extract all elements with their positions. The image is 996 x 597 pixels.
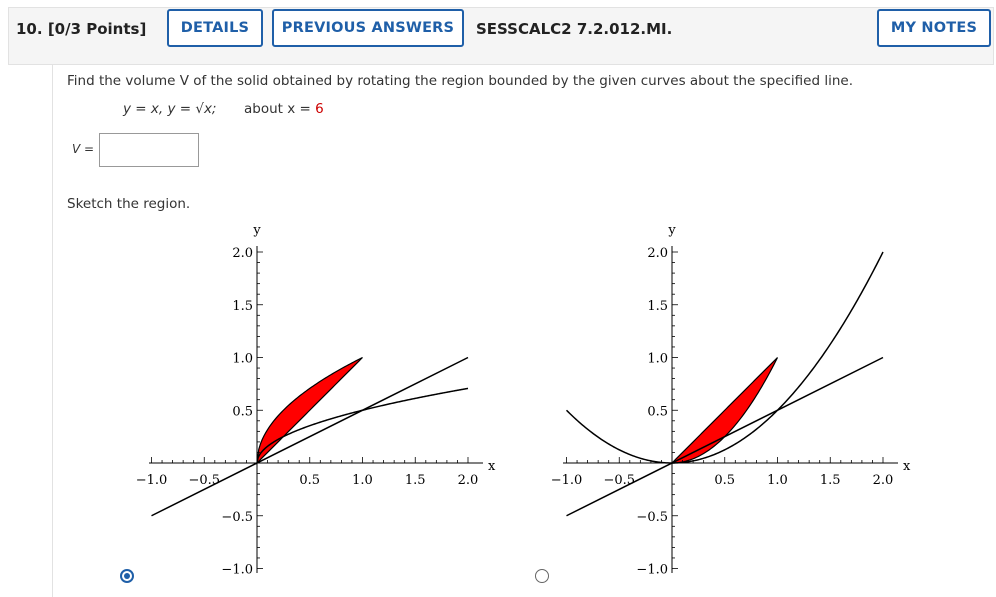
y-tick-label: 1.5 xyxy=(647,299,668,314)
x-tick-label: −0.5 xyxy=(188,473,220,488)
line-curve xyxy=(151,356,469,517)
x-tick-label: 2.0 xyxy=(458,473,479,488)
y-tick-label: −0.5 xyxy=(636,510,668,525)
y-tick-label: 1.0 xyxy=(232,352,253,367)
y-axis-label: y xyxy=(252,223,261,238)
x-tick-label: 1.0 xyxy=(767,473,788,488)
y-tick-label: 0.5 xyxy=(647,404,668,419)
line-curve xyxy=(566,356,884,517)
y-tick-label: −1.0 xyxy=(221,563,253,578)
y-tick-label: 1.0 xyxy=(647,352,668,367)
graph-option-2-radio[interactable] xyxy=(535,569,549,583)
y-tick-label: 2.0 xyxy=(232,246,253,261)
x-tick-label: −1.0 xyxy=(136,473,168,488)
x-axis-label: x xyxy=(903,459,911,474)
x-tick-label: −0.5 xyxy=(603,473,635,488)
y-tick-label: 2.0 xyxy=(647,246,668,261)
x-tick-label: 0.5 xyxy=(714,473,735,488)
x-tick-label: 1.0 xyxy=(352,473,373,488)
y-tick-label: −0.5 xyxy=(221,510,253,525)
graphs-canvas: −1.0 −0.5 0.5 1.0 1.5 2.0 2.0 1.5 1.0 0.5 −0.5 −1.0… xyxy=(136,223,911,578)
y-axis-label: y xyxy=(667,223,676,238)
graph-option-1-radio[interactable] xyxy=(120,569,134,583)
graph-option-1[interactable]: −1.0 −0.5 0.5 1.0 1.5 2.0 2.0 1.5 1.0 0.5 −0.5 −1.0… xyxy=(136,223,496,578)
shaded-region xyxy=(670,357,779,464)
y-tick-label: 0.5 xyxy=(232,404,253,419)
y-tick-label: 1.5 xyxy=(232,299,253,314)
x-tick-label: 1.5 xyxy=(405,473,426,488)
x-tick-label: 0.5 xyxy=(299,473,320,488)
shaded-region xyxy=(256,356,363,465)
x-axis-label: x xyxy=(488,459,496,474)
x-tick-label: −1.0 xyxy=(551,473,583,488)
y-tick-label: −1.0 xyxy=(636,563,668,578)
x-tick-label: 2.0 xyxy=(873,473,894,488)
x-tick-label: 1.5 xyxy=(820,473,841,488)
graph-option-2[interactable]: −1.0 −0.5 0.5 1.0 1.5 2.0 2.0 1.5 1.0 0.5 −0.5 −1.0… xyxy=(551,223,911,578)
